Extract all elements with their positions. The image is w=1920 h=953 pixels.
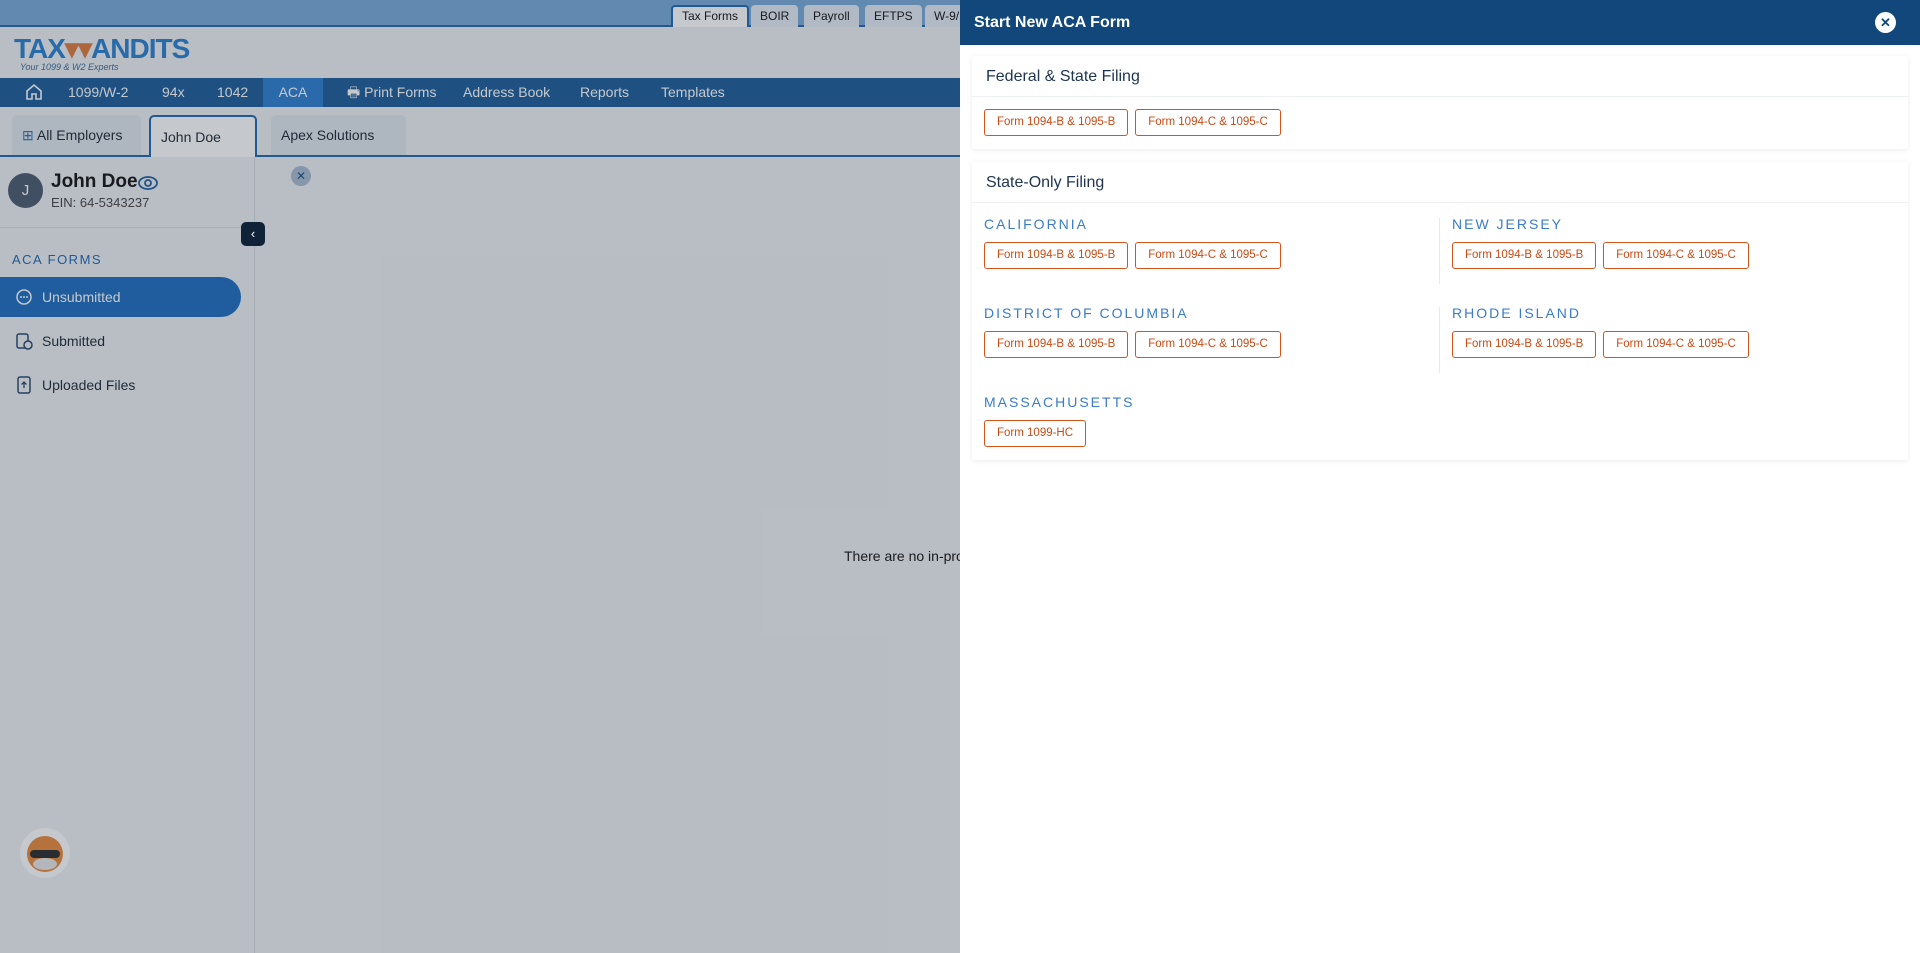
state-massachusetts: MASSACHUSETTS Form 1099-HC [984, 394, 1134, 447]
state-label: CALIFORNIA [984, 216, 1089, 232]
form-1094c-1095c-button[interactable]: Form 1094-C & 1095-C [1603, 331, 1749, 358]
state-new-jersey: NEW JERSEY Form 1094-B & 1095-B Form 1094… [1452, 216, 1756, 269]
form-1094b-1095b-button[interactable]: Form 1094-B & 1095-B [1452, 331, 1597, 358]
state-district-of-columbia: DISTRICT OF COLUMBIA Form 1094-B & 1095-… [984, 305, 1288, 358]
state-label: RHODE ISLAND [1452, 305, 1582, 321]
drawer-header: Start New ACA Form ✕ [960, 0, 1920, 45]
form-1094c-1095c-button[interactable]: Form 1094-C & 1095-C [1603, 242, 1749, 269]
state-california: CALIFORNIA Form 1094-B & 1095-B Form 1094… [984, 216, 1288, 269]
collapse-sidebar-button[interactable]: ‹ [241, 222, 265, 246]
column-divider [1439, 307, 1440, 373]
state-only-filing-card: State-Only Filing CALIFORNIA Form 1094-B… [972, 162, 1908, 460]
column-divider [1439, 218, 1440, 284]
form-1094c-1095c-button[interactable]: Form 1094-C & 1095-C [1135, 109, 1281, 136]
form-1094b-1095b-button[interactable]: Form 1094-B & 1095-B [984, 109, 1129, 136]
form-1094b-1095b-button[interactable]: Form 1094-B & 1095-B [1452, 242, 1597, 269]
card-title: Federal & State Filing [972, 56, 1908, 97]
form-1094c-1095c-button[interactable]: Form 1094-C & 1095-C [1135, 242, 1281, 269]
form-1094b-1095b-button[interactable]: Form 1094-B & 1095-B [984, 242, 1129, 269]
state-label: NEW JERSEY [1452, 216, 1564, 232]
form-1094c-1095c-button[interactable]: Form 1094-C & 1095-C [1135, 331, 1281, 358]
drawer-title: Start New ACA Form [974, 14, 1131, 31]
button-row: Form 1094-B & 1095-B Form 1094-C & 1095-C [972, 97, 1908, 148]
card-title: State-Only Filing [972, 162, 1908, 203]
federal-state-filing-card: Federal & State Filing Form 1094-B & 109… [972, 56, 1908, 149]
close-icon[interactable]: ✕ [1875, 12, 1896, 33]
start-new-aca-form-drawer: Start New ACA Form ✕ Federal & State Fil… [960, 0, 1920, 953]
form-1094b-1095b-button[interactable]: Form 1094-B & 1095-B [984, 331, 1129, 358]
form-1099hc-button[interactable]: Form 1099-HC [984, 420, 1087, 447]
state-rhode-island: RHODE ISLAND Form 1094-B & 1095-B Form 10… [1452, 305, 1756, 358]
state-label: DISTRICT OF COLUMBIA [984, 305, 1189, 321]
state-label: MASSACHUSETTS [984, 394, 1135, 410]
